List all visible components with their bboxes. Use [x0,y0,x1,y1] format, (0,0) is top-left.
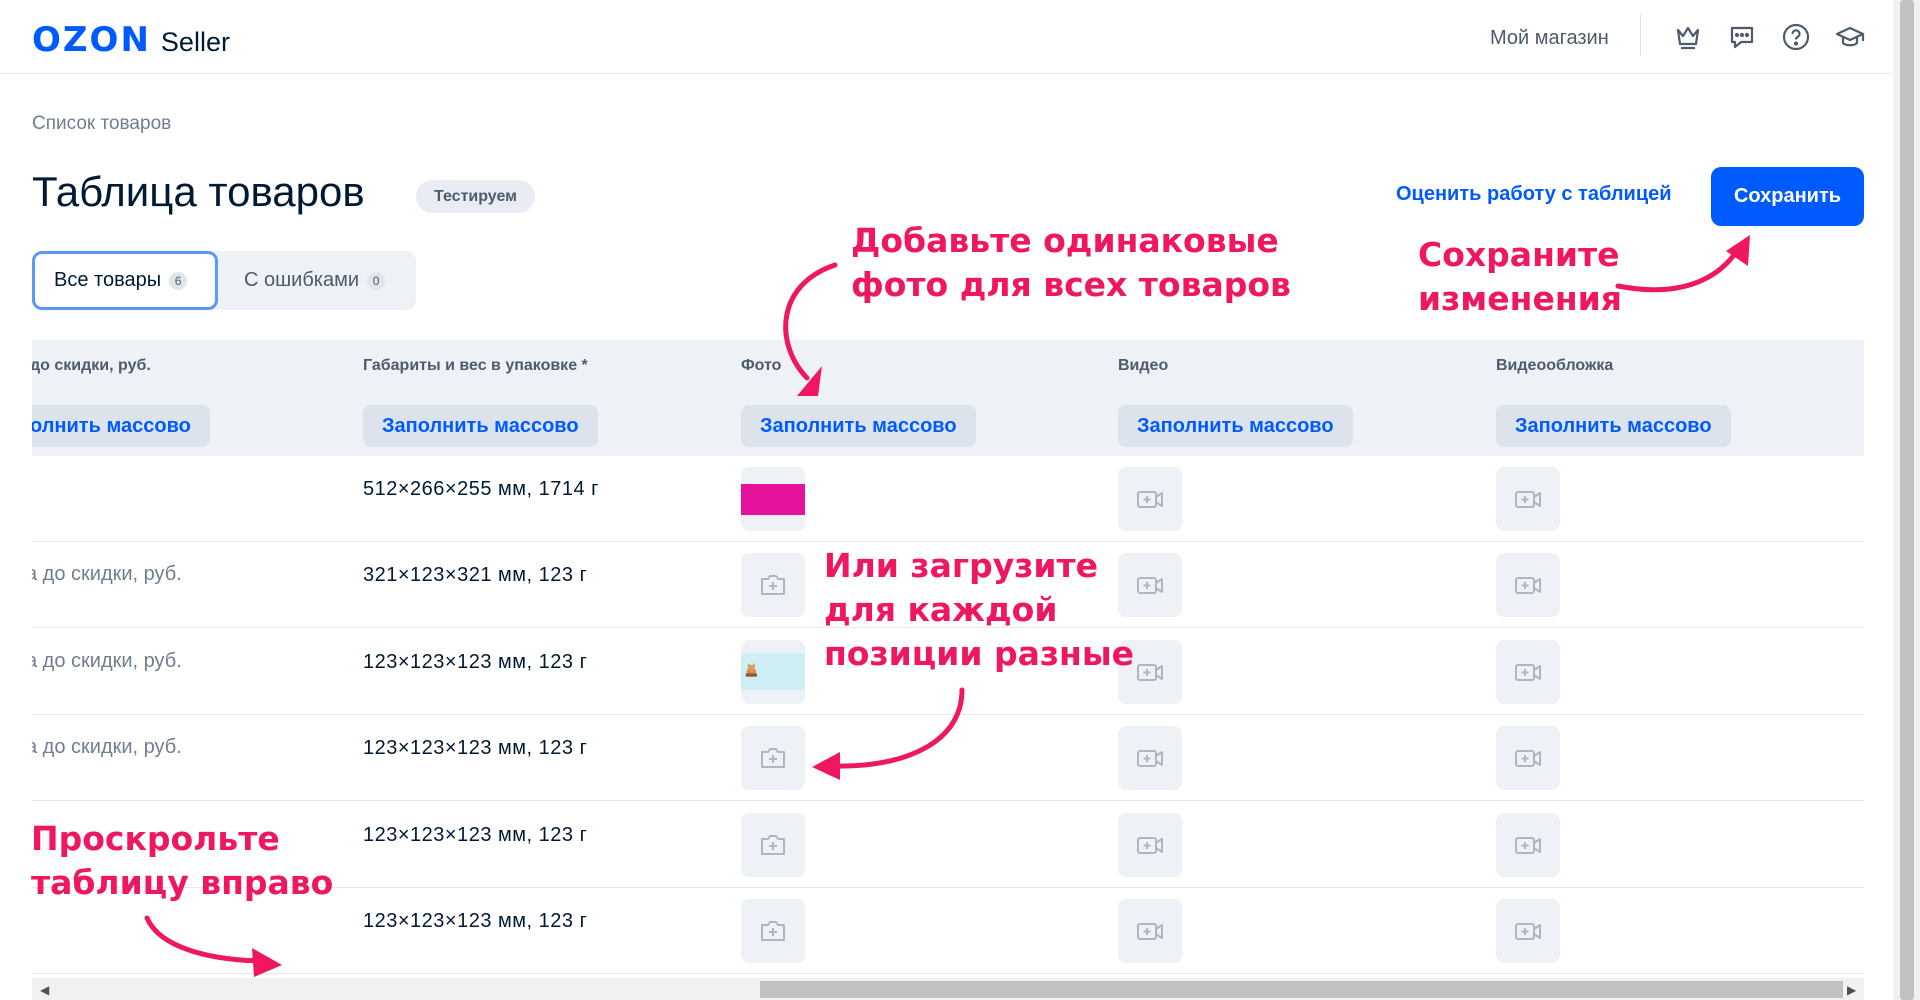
arrow-to-empty-photo [827,687,965,769]
arrow-head [252,948,282,977]
arrow-head [812,752,840,780]
arrow-to-save-button [1615,243,1743,293]
arrow-to-photo-bulk [783,262,838,381]
annotation-arrows [144,235,1750,977]
arrow-scroll-right [144,915,265,964]
